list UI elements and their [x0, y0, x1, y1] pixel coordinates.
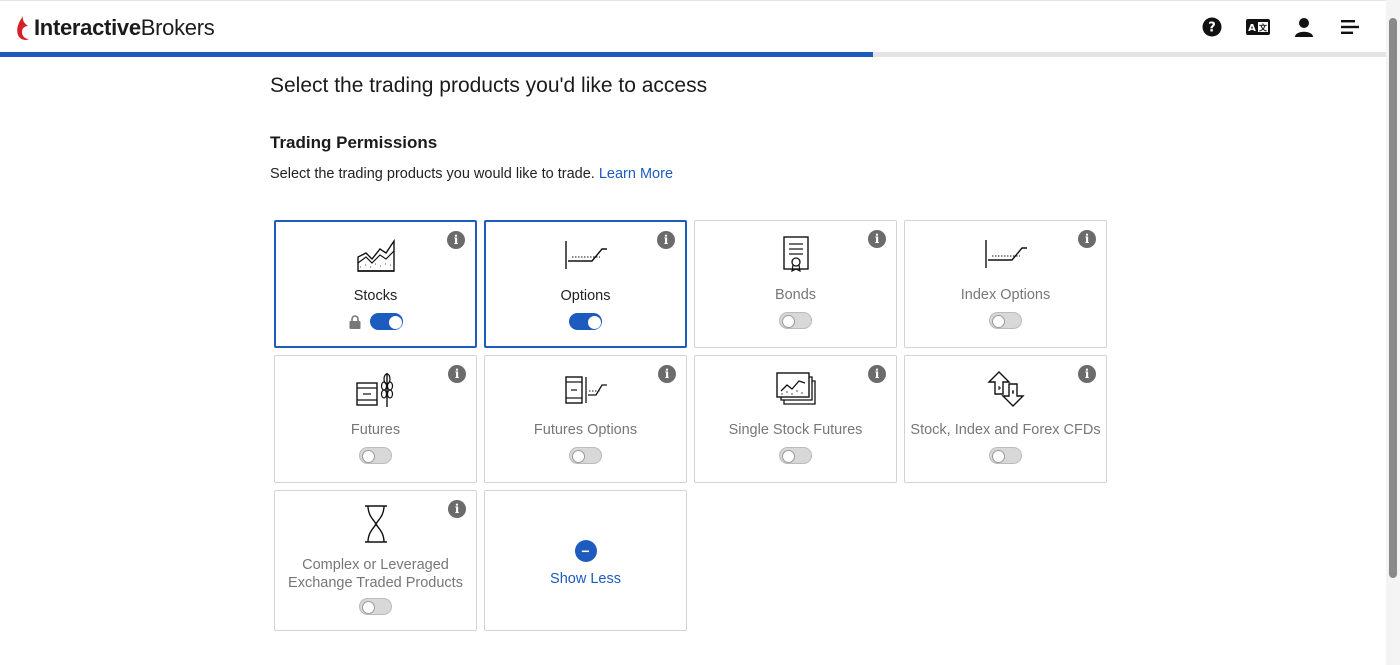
interactive-brokers-logo[interactable]: InteractiveBrokers: [14, 13, 215, 43]
bonds-icon: [774, 234, 818, 274]
product-card-futures[interactable]: i Futures: [274, 355, 477, 483]
svg-text:文: 文: [1259, 23, 1268, 33]
user-icon[interactable]: [1292, 15, 1316, 39]
product-grid: i Stocks i Options i Bonds i Index Optio…: [274, 220, 1110, 631]
product-label: Stocks: [353, 288, 398, 304]
futures-options-icon: [564, 369, 608, 409]
product-label: Complex or Leveraged Exchange Traded Prod…: [288, 557, 463, 591]
options-icon: [564, 235, 608, 275]
show-less-card[interactable]: − Show Less: [484, 490, 687, 631]
product-label: Futures: [350, 422, 401, 438]
product-card-options[interactable]: i Options: [484, 220, 687, 348]
futures-options-toggle[interactable]: [569, 447, 602, 464]
info-icon[interactable]: i: [658, 365, 676, 383]
index-options-toggle[interactable]: [989, 312, 1022, 329]
section-title: Trading Permissions: [270, 133, 438, 152]
futures-icon: [354, 369, 398, 409]
futures-toggle[interactable]: [359, 447, 392, 464]
language-icon[interactable]: A文: [1246, 15, 1270, 39]
cfds-icon: [984, 369, 1028, 409]
product-card-index-options[interactable]: i Index Options: [904, 220, 1107, 348]
lock-icon: [349, 314, 361, 329]
logo-text-bold: Interactive: [34, 15, 141, 40]
product-label: Stock, Index and Forex CFDs: [910, 422, 1101, 438]
index-options-icon: [984, 234, 1028, 274]
product-label: Index Options: [960, 287, 1051, 303]
stocks-icon: [354, 235, 398, 275]
info-icon[interactable]: i: [1078, 230, 1096, 248]
product-card-cfds[interactable]: i Stock, Index and Forex CFDs: [904, 355, 1107, 483]
product-label: Bonds: [774, 287, 817, 303]
minus-circle-icon: −: [574, 539, 597, 562]
info-icon[interactable]: i: [447, 231, 465, 249]
info-icon[interactable]: i: [448, 500, 466, 518]
menu-icon[interactable]: [1338, 15, 1362, 39]
top-bar: InteractiveBrokers ? A文: [0, 0, 1386, 52]
info-icon[interactable]: i: [868, 230, 886, 248]
progress-bar-fill: [0, 52, 874, 57]
section-subtitle: Select the trading products you would li…: [270, 166, 674, 182]
info-icon[interactable]: i: [1078, 365, 1096, 383]
product-card-single-stock-futures[interactable]: i Single Stock Futures: [694, 355, 897, 483]
stocks-toggle[interactable]: [370, 313, 403, 330]
bonds-toggle[interactable]: [779, 312, 812, 329]
product-card-bonds[interactable]: i Bonds: [694, 220, 897, 348]
help-icon[interactable]: ?: [1200, 15, 1224, 39]
single-stock-futures-icon: [774, 369, 818, 409]
learn-more-link[interactable]: Learn More: [599, 166, 673, 182]
options-toggle[interactable]: [569, 313, 602, 330]
product-card-futures-options[interactable]: i Futures Options: [484, 355, 687, 483]
page-title: Select the trading products you'd like t…: [270, 74, 708, 97]
hourglass-icon: [354, 504, 398, 544]
show-less-label: Show Less: [550, 570, 621, 587]
single-stock-futures-toggle[interactable]: [779, 447, 812, 464]
info-icon[interactable]: i: [448, 365, 466, 383]
product-label: Single Stock Futures: [728, 422, 863, 438]
svg-text:A: A: [1248, 23, 1256, 34]
brokers-logo-icon: [17, 16, 29, 40]
logo-text-regular: Brokers: [140, 15, 215, 40]
product-card-stocks[interactable]: i Stocks: [274, 220, 477, 348]
cfds-toggle[interactable]: [989, 447, 1022, 464]
scrollbar[interactable]: [1386, 0, 1400, 665]
complex-etp-toggle[interactable]: [359, 598, 392, 615]
info-icon[interactable]: i: [868, 365, 886, 383]
product-card-complex-etp[interactable]: i Complex or Leveraged Exchange Traded Pr…: [274, 490, 477, 631]
product-label: Options: [560, 288, 611, 304]
info-icon[interactable]: i: [657, 231, 675, 249]
scrollbar-thumb[interactable]: [1389, 18, 1397, 578]
progress-bar: [0, 52, 1386, 57]
svg-text:?: ?: [1208, 21, 1216, 36]
product-label: Futures Options: [533, 422, 638, 438]
